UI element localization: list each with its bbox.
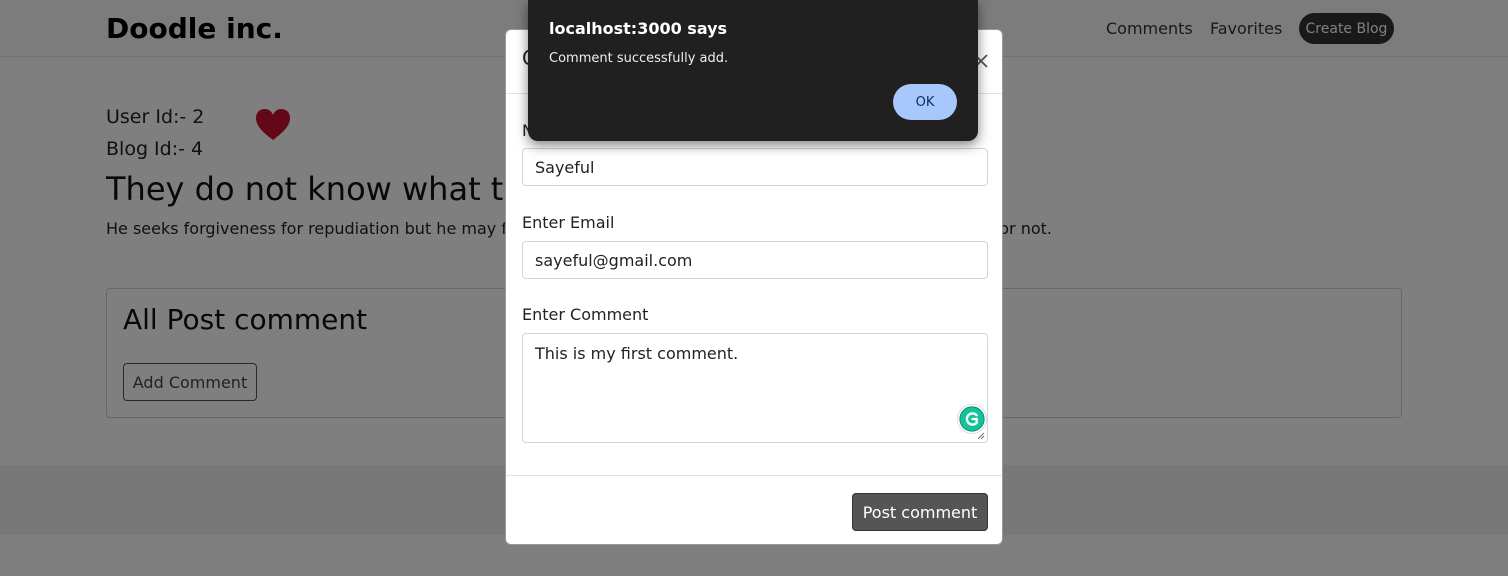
- comment-text: This is my first comment.: [535, 344, 739, 363]
- alert-ok-button[interactable]: OK: [893, 84, 957, 120]
- email-field[interactable]: sayeful@gmail.com: [522, 241, 988, 279]
- post-comment-button[interactable]: Post comment: [852, 493, 988, 531]
- comment-label: Enter Comment: [522, 305, 649, 324]
- modal-footer: Post comment: [506, 475, 1002, 544]
- browser-alert-dialog: localhost:3000 says Comment successfully…: [528, 0, 978, 141]
- alert-title: localhost:3000 says: [549, 19, 728, 38]
- alert-message: Comment successfully add.: [549, 51, 729, 66]
- name-field[interactable]: Sayeful: [522, 148, 988, 186]
- resize-handle-icon[interactable]: [977, 432, 985, 440]
- grammarly-icon[interactable]: [957, 404, 987, 434]
- comment-textarea[interactable]: This is my first comment.: [522, 333, 988, 443]
- email-label: Enter Email: [522, 213, 615, 232]
